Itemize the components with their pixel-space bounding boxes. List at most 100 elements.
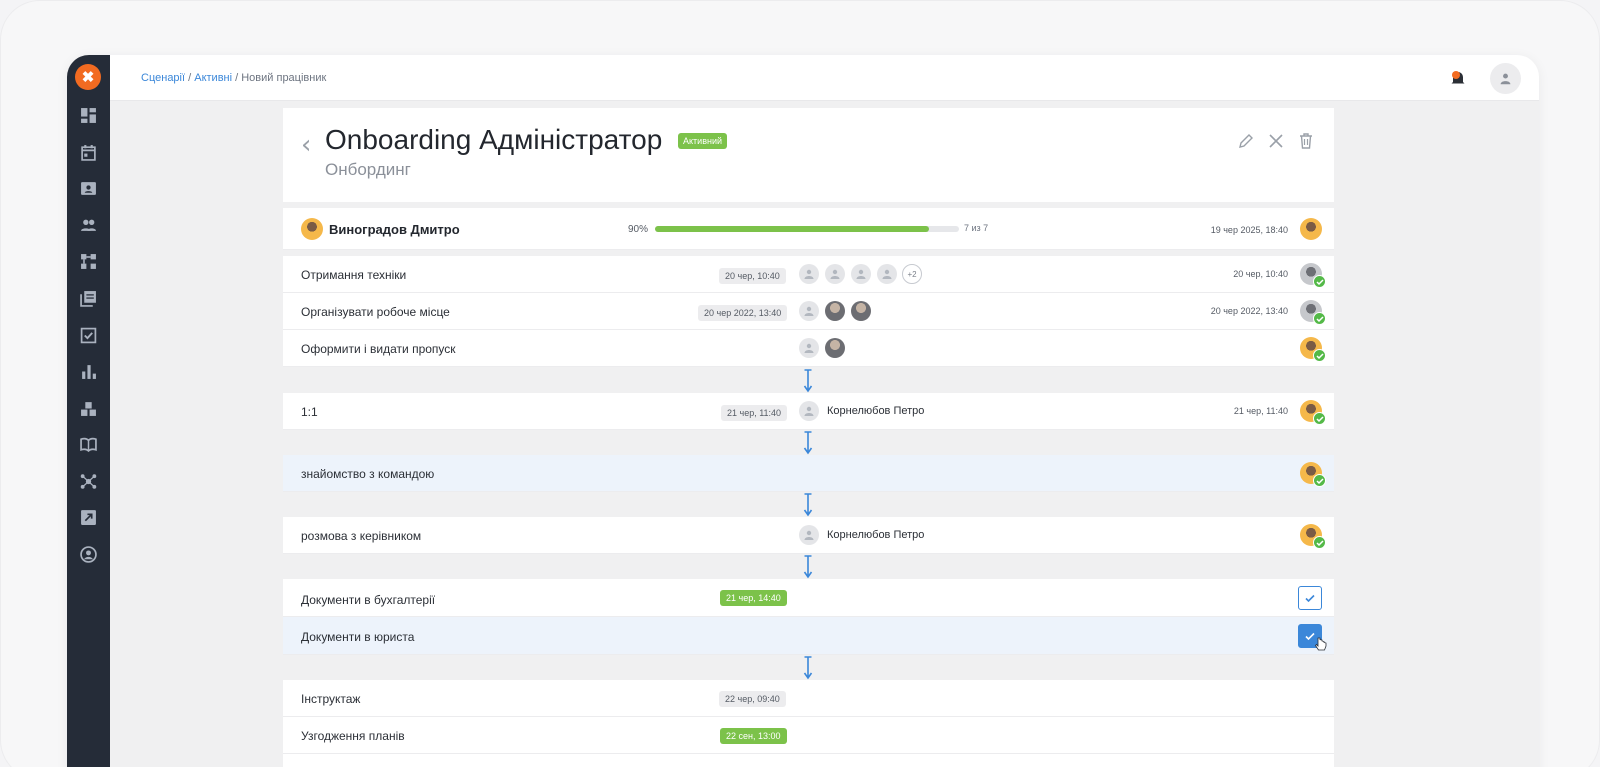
check-icon bbox=[1305, 594, 1315, 603]
page-subtitle: Онбординг bbox=[325, 160, 411, 179]
users-icon[interactable] bbox=[79, 216, 97, 234]
library-icon[interactable] bbox=[79, 289, 97, 307]
assignee-placeholder-icon[interactable] bbox=[799, 525, 819, 545]
breadcrumb: Сценарії / Активні / Новий працівник bbox=[141, 72, 326, 84]
contact-card-icon[interactable] bbox=[79, 179, 97, 197]
task-label: знайомство з командою bbox=[301, 467, 435, 481]
assignee-placeholder-icon[interactable] bbox=[799, 301, 819, 321]
check-icon bbox=[1313, 536, 1326, 549]
avatar[interactable] bbox=[825, 301, 845, 321]
scenario-header: ‹ Onboarding Адміністратор Активний Онбо… bbox=[283, 108, 1334, 202]
edit-icon[interactable] bbox=[1237, 132, 1255, 150]
check-icon bbox=[1313, 412, 1326, 425]
task-row[interactable]: Отримання техніки 20 чер, 10:40 +2 20 че… bbox=[283, 256, 1334, 293]
task-date: 20 чер, 10:40 bbox=[719, 268, 786, 284]
back-button[interactable]: ‹ bbox=[301, 130, 311, 160]
task-completed-date: 20 чер 2022, 13:40 bbox=[1210, 306, 1288, 316]
assignee-placeholder-icon[interactable] bbox=[851, 264, 871, 284]
task-label: Документи в бухгалтерії bbox=[301, 593, 436, 607]
task-date: 22 чер, 09:40 bbox=[719, 691, 786, 707]
employee-name: Виноградов Дмитро bbox=[329, 222, 460, 237]
avatar bbox=[1300, 337, 1326, 362]
workflow-icon[interactable] bbox=[79, 252, 97, 270]
task-label: Отримання техніки bbox=[301, 268, 407, 282]
breadcrumb-scenarios[interactable]: Сценарії bbox=[141, 72, 185, 84]
task-date: 22 сен, 13:00 bbox=[720, 728, 787, 744]
task-label: розмова з керівником bbox=[301, 529, 422, 543]
progress-date: 19 чер 2025, 18:40 bbox=[1210, 225, 1288, 235]
task-row[interactable]: Документи в бухгалтерії 21 чер, 14:40 bbox=[283, 579, 1334, 617]
avatar bbox=[1300, 300, 1326, 325]
progress-bar bbox=[655, 226, 959, 232]
progress-percent: 90% bbox=[628, 224, 649, 235]
avatar bbox=[1300, 462, 1326, 487]
task-row[interactable]: Інструктаж 22 чер, 09:40 bbox=[283, 680, 1334, 717]
check-icon bbox=[1313, 275, 1326, 288]
breadcrumb-current: Новий працівник bbox=[241, 72, 327, 84]
avatar[interactable] bbox=[851, 301, 871, 321]
task-label: Документи в юриста bbox=[301, 630, 415, 644]
task-row[interactable] bbox=[283, 754, 1334, 767]
flow-connector-icon bbox=[803, 656, 813, 680]
logo-icon[interactable]: ✖ bbox=[75, 64, 101, 90]
task-row[interactable]: знайомство з командою bbox=[283, 455, 1334, 492]
flow-connector-icon bbox=[803, 555, 813, 579]
knowledge-book-icon[interactable] bbox=[79, 435, 97, 453]
task-row[interactable]: Узгодження планів 22 сен, 13:00 bbox=[283, 717, 1334, 754]
top-bar: Сценарії / Активні / Новий працівник bbox=[110, 55, 1539, 101]
check-icon bbox=[1313, 349, 1326, 362]
task-label: Оформити і видати пропуск bbox=[301, 342, 456, 356]
avatar bbox=[1300, 524, 1326, 549]
calendar-icon[interactable] bbox=[79, 143, 97, 161]
task-completed-date: 20 чер, 10:40 bbox=[1233, 269, 1288, 279]
task-date: 20 чер 2022, 13:40 bbox=[698, 305, 788, 321]
breadcrumb-active[interactable]: Активні bbox=[194, 72, 232, 84]
avatar bbox=[1300, 400, 1326, 425]
breadcrumb-separator: / bbox=[185, 72, 195, 84]
task-checkbox[interactable] bbox=[1298, 586, 1322, 610]
app-window: ✖ Сценарії / Активні / Новий працівник ‹… bbox=[67, 55, 1539, 767]
close-icon[interactable] bbox=[1267, 132, 1285, 150]
user-icon bbox=[1500, 73, 1511, 85]
task-row[interactable]: 1:1 21 чер, 11:40 Корнелюбов Петро 21 че… bbox=[283, 393, 1334, 430]
task-date: 21 чер, 14:40 bbox=[720, 590, 787, 606]
dashboard-icon[interactable] bbox=[79, 106, 97, 124]
avatar[interactable] bbox=[825, 338, 845, 358]
task-label: Інструктаж bbox=[301, 692, 361, 706]
task-label: Узгодження планів bbox=[301, 729, 405, 743]
checklist-icon[interactable] bbox=[79, 326, 97, 344]
assignee-placeholder-icon[interactable] bbox=[799, 264, 819, 284]
task-label: Організувати робоче місце bbox=[301, 305, 450, 319]
check-icon bbox=[1313, 474, 1326, 487]
task-row[interactable]: Організувати робоче місце 20 чер 2022, 1… bbox=[283, 293, 1334, 330]
progress-row[interactable]: Виноградов Дмитро 90% 7 из 7 19 чер 2025… bbox=[283, 208, 1334, 250]
more-assignees-badge[interactable]: +2 bbox=[902, 264, 922, 284]
network-icon[interactable] bbox=[79, 472, 97, 490]
check-icon bbox=[1313, 312, 1326, 325]
sidebar: ✖ bbox=[67, 55, 110, 767]
progress-count: 7 из 7 bbox=[964, 223, 989, 233]
external-link-icon[interactable] bbox=[79, 508, 97, 526]
pointer-cursor-icon bbox=[1314, 637, 1327, 651]
assignee-placeholder-icon[interactable] bbox=[825, 264, 845, 284]
task-row[interactable]: Оформити і видати пропуск bbox=[283, 330, 1334, 367]
delete-icon[interactable] bbox=[1297, 132, 1315, 150]
assignee-placeholder-icon[interactable] bbox=[799, 401, 819, 421]
task-label: 1:1 bbox=[301, 405, 318, 419]
user-menu-button[interactable] bbox=[1490, 63, 1521, 94]
profile-icon[interactable] bbox=[79, 545, 97, 563]
assignee-name: Корнелюбов Петро bbox=[827, 529, 925, 541]
flow-connector-icon bbox=[803, 431, 813, 455]
task-row[interactable]: Документи в юриста bbox=[283, 617, 1334, 655]
assignee-placeholder-icon[interactable] bbox=[799, 338, 819, 358]
flow-connector-icon bbox=[803, 369, 813, 393]
analytics-icon[interactable] bbox=[79, 362, 97, 380]
notification-bell-icon[interactable] bbox=[1449, 69, 1467, 87]
boxes-icon[interactable] bbox=[79, 399, 97, 417]
page-title: Onboarding Адміністратор bbox=[325, 124, 663, 155]
avatar bbox=[1300, 218, 1322, 240]
task-row[interactable]: розмова з керівником Корнелюбов Петро bbox=[283, 517, 1334, 554]
task-date: 21 чер, 11:40 bbox=[721, 405, 788, 421]
assignee-placeholder-icon[interactable] bbox=[877, 264, 897, 284]
avatar bbox=[301, 218, 323, 240]
